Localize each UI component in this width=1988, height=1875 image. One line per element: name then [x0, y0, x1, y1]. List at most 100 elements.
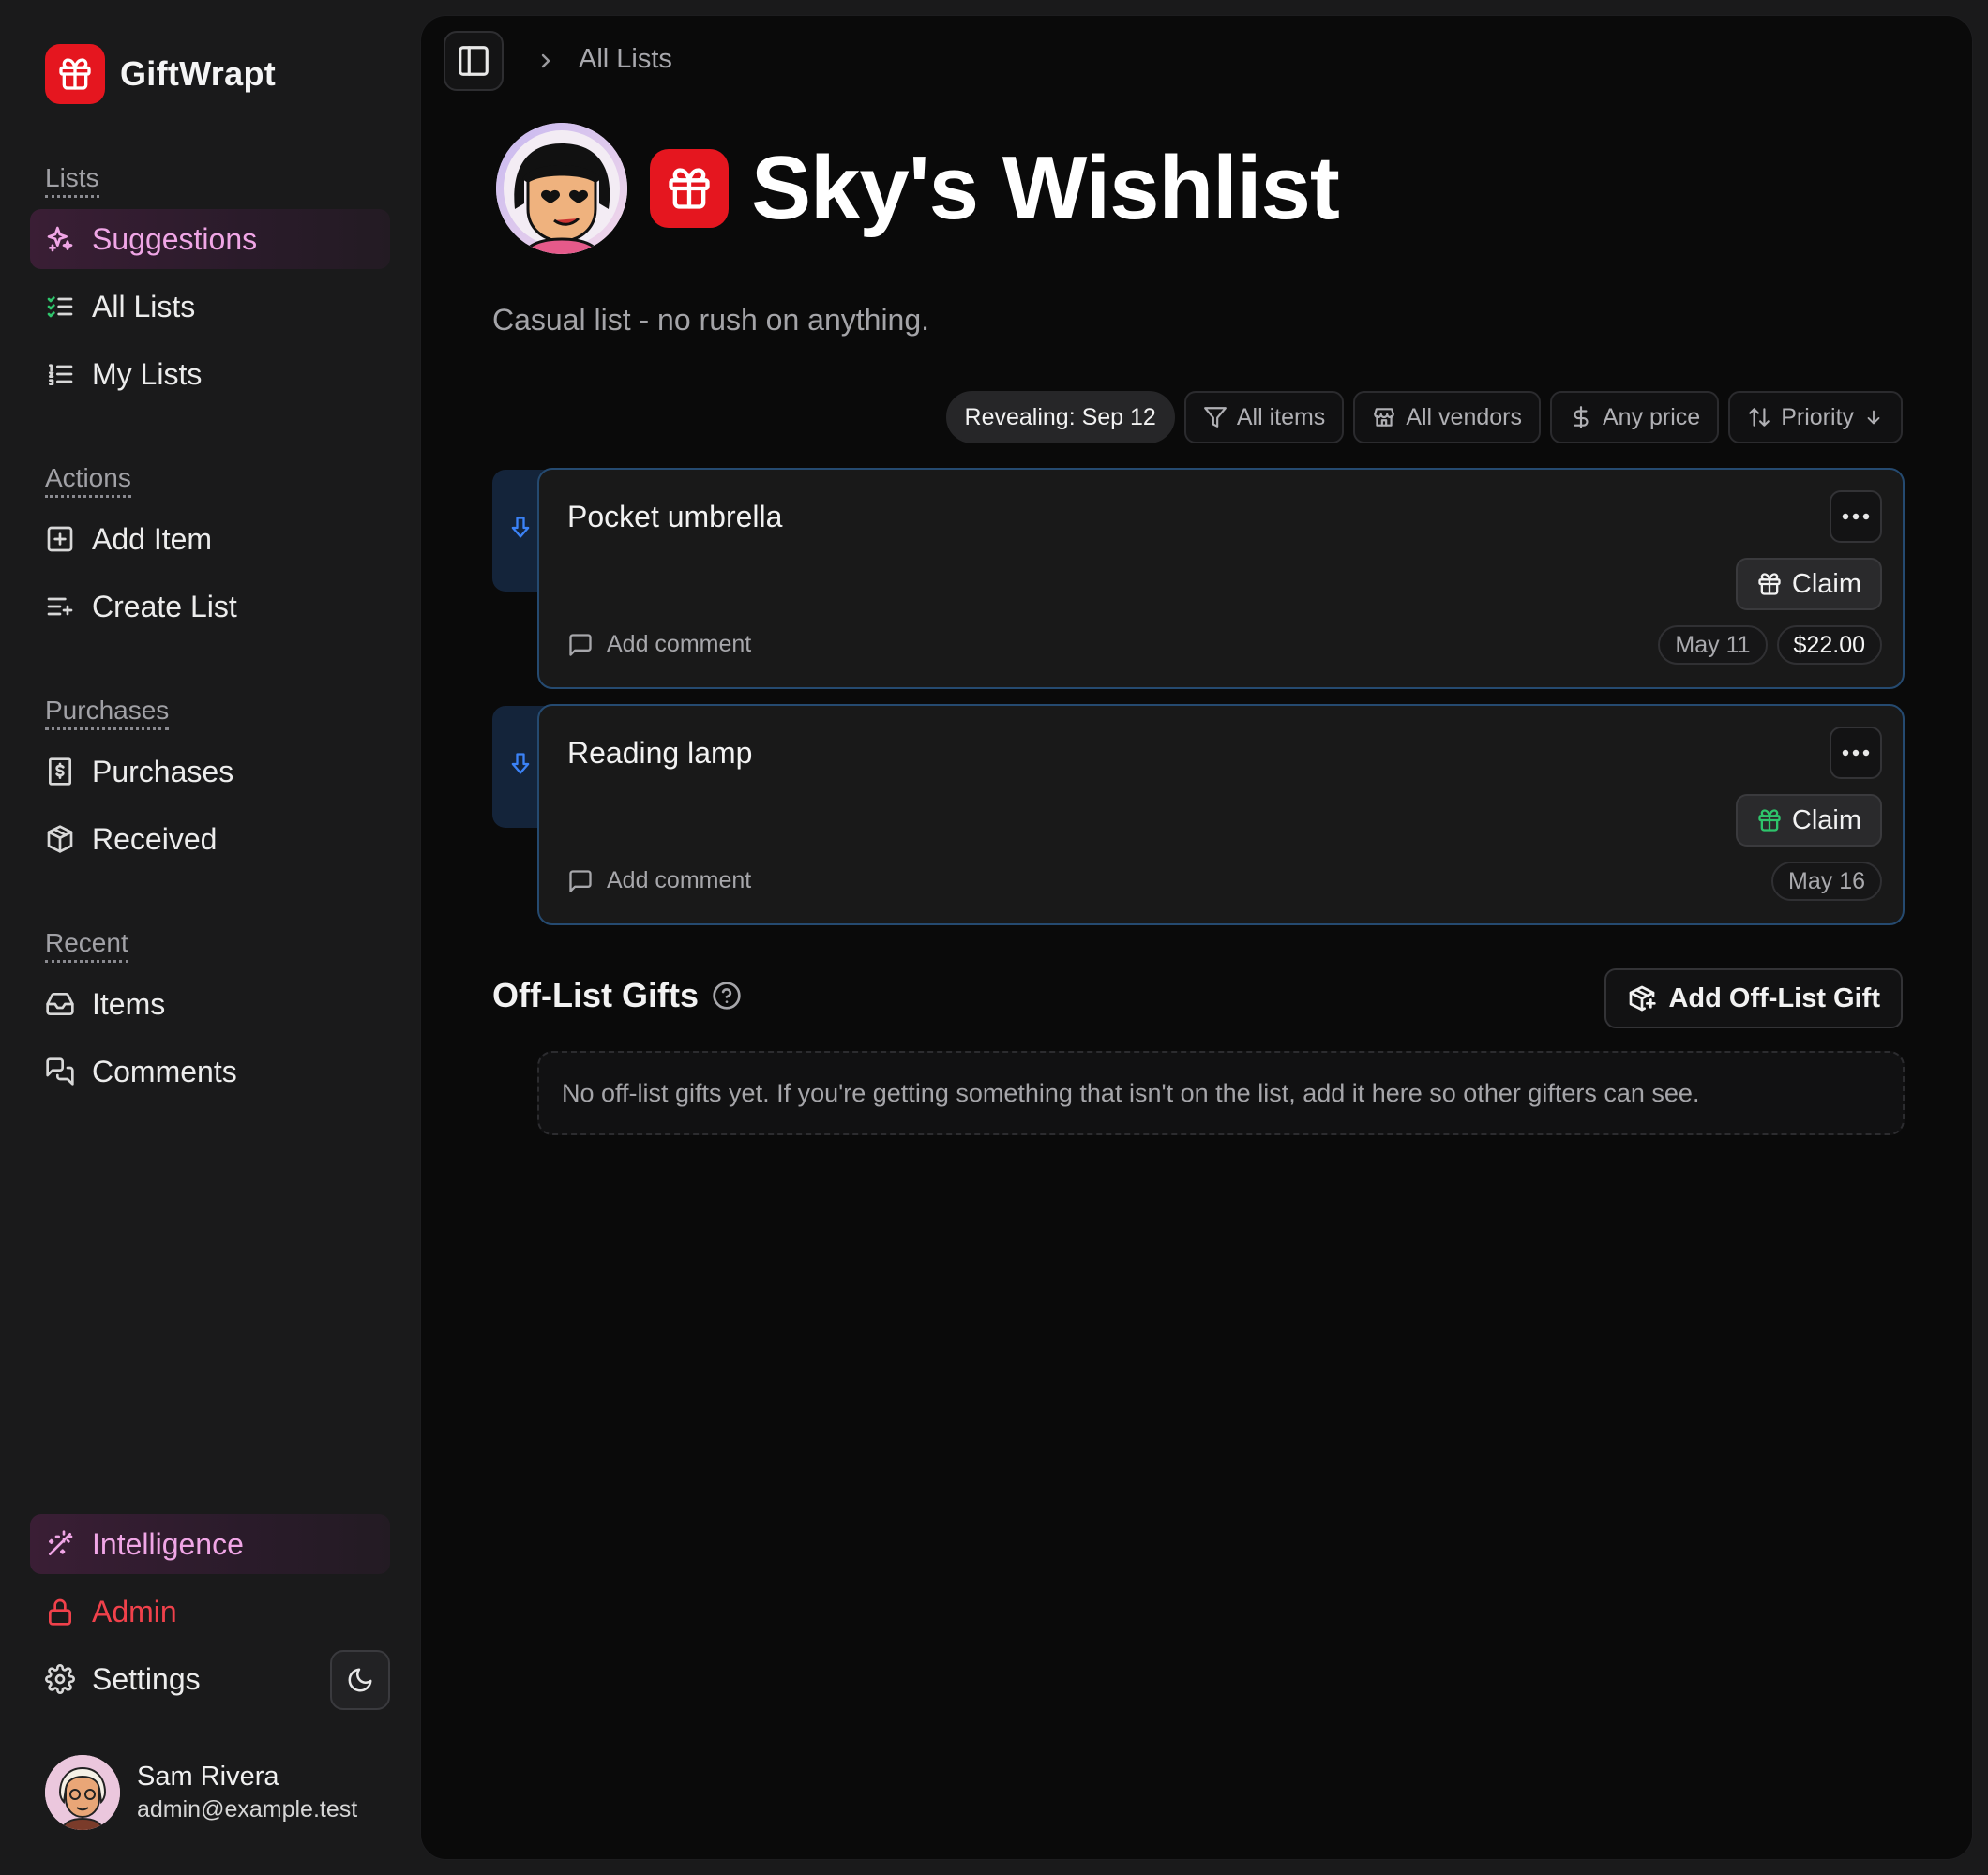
add-comment-button[interactable]: Add comment: [567, 867, 751, 894]
messages-icon: [46, 1058, 74, 1086]
sidebar-item-my-lists[interactable]: My Lists: [30, 344, 390, 404]
sidebar-item-create-list[interactable]: Create List: [30, 577, 390, 637]
section-label-purchases: Purchases: [45, 696, 170, 731]
section-label-lists: Lists: [45, 163, 99, 199]
sidebar-item-label: Admin: [92, 1594, 177, 1628]
sidebar-item-suggestions[interactable]: Suggestions: [30, 209, 390, 269]
lock-icon: [49, 1598, 71, 1626]
more-options-button[interactable]: [1830, 490, 1882, 543]
sidebar-item-label: Items: [92, 986, 166, 1021]
main-panel: All Lists Sky's Wishlist Casual list - n…: [420, 15, 1973, 1860]
store-icon: [1374, 408, 1395, 427]
app-name: GiftWrapt: [120, 54, 277, 93]
offlist-heading: Off-List Gifts: [492, 976, 742, 1015]
filter-bar: Revealing: Sep 12 All items All vendors …: [945, 391, 1903, 443]
more-options-button[interactable]: [1830, 727, 1882, 779]
reveal-date-badge[interactable]: Revealing: Sep 12: [945, 391, 1175, 443]
list-checks-icon: [47, 296, 73, 318]
offlist-title: Off-List Gifts: [492, 976, 699, 1014]
claim-label: Claim: [1791, 804, 1861, 835]
comment-icon: [569, 869, 592, 892]
item-title[interactable]: Reading lamp: [567, 736, 752, 771]
price-filter-label: Any price: [1602, 403, 1701, 430]
sidebar-item-add-item[interactable]: Add Item: [30, 509, 390, 569]
item-date: May 16: [1771, 862, 1882, 901]
sidebar-item-settings[interactable]: Settings: [30, 1649, 311, 1709]
user-profile[interactable]: Sam Rivera admin@example.test: [45, 1755, 357, 1830]
claim-label: Claim: [1791, 568, 1861, 599]
sidebar-item-label: All Lists: [92, 289, 196, 323]
list-description: Casual list - no rush on anything.: [492, 303, 930, 337]
items-filter-label: All items: [1236, 403, 1326, 430]
add-comment-button[interactable]: Add comment: [567, 631, 751, 658]
items-filter-button[interactable]: All items: [1183, 391, 1345, 443]
ellipsis-icon: [1842, 749, 1870, 757]
user-name: Sam Rivera: [137, 1762, 279, 1792]
avatar: [496, 123, 627, 254]
add-offlist-gift-label: Add Off-List Gift: [1668, 982, 1880, 1013]
claim-button[interactable]: Claim: [1735, 558, 1882, 610]
add-comment-label: Add comment: [607, 867, 752, 893]
sidebar-item-all-lists[interactable]: All Lists: [30, 277, 390, 337]
sidebar-item-received[interactable]: Received: [30, 809, 390, 869]
gift-icon: [1758, 809, 1781, 832]
page-title: Sky's Wishlist: [751, 138, 1340, 238]
list-header: Sky's Wishlist: [496, 123, 1340, 254]
chevron-right-icon: [541, 53, 550, 68]
gift-icon: [650, 149, 729, 228]
sort-label: Priority: [1781, 403, 1854, 430]
sidebar-item-items[interactable]: Items: [30, 974, 390, 1034]
dollar-icon: [1574, 406, 1589, 428]
sidebar-item-admin[interactable]: Admin: [30, 1582, 390, 1642]
item-title[interactable]: Pocket umbrella: [567, 500, 782, 534]
sidebar-item-purchases[interactable]: Purchases: [30, 742, 390, 802]
arrow-down-icon: [511, 517, 530, 538]
theme-toggle-button[interactable]: [330, 1650, 390, 1710]
sidebar-item-comments[interactable]: Comments: [30, 1042, 390, 1102]
sort-button[interactable]: Priority: [1728, 391, 1903, 443]
item-price: $22.00: [1776, 625, 1882, 665]
sidebar-item-label: Create List: [92, 589, 237, 623]
sidebar: GiftWrapt Lists Suggestions All Lists My…: [0, 0, 420, 1875]
sidebar-item-label: Intelligence: [92, 1526, 244, 1561]
vendors-filter-button[interactable]: All vendors: [1353, 391, 1541, 443]
package-plus-icon: [1630, 985, 1657, 1012]
item-meta: May 11 $22.00: [1658, 625, 1882, 665]
list-ordered-icon: [49, 364, 73, 385]
item-date: May 11: [1658, 625, 1768, 665]
claim-button[interactable]: Claim: [1735, 794, 1882, 847]
receipt-icon: [49, 758, 71, 786]
help-circle-icon[interactable]: [712, 981, 742, 1011]
moon-icon: [348, 1668, 372, 1692]
sort-arrows-icon: [1749, 408, 1770, 427]
sparkles-icon: [47, 226, 73, 252]
ellipsis-icon: [1842, 513, 1870, 520]
section-label-recent: Recent: [45, 928, 128, 964]
brand[interactable]: GiftWrapt: [45, 44, 276, 104]
avatar: [45, 1755, 120, 1830]
square-plus-icon: [47, 526, 73, 552]
item-meta: May 16: [1771, 862, 1882, 901]
list-plus-icon: [47, 597, 73, 616]
package-icon: [47, 825, 73, 853]
list-item: Reading lamp Claim Add comment May 16: [492, 704, 1905, 927]
sidebar-item-label: Suggestions: [92, 221, 258, 256]
panel-left-icon: [459, 46, 489, 76]
inbox-icon: [46, 993, 74, 1015]
comment-icon: [569, 633, 592, 656]
add-comment-label: Add comment: [607, 631, 752, 657]
sidebar-item-label: Received: [92, 821, 218, 856]
sidebar-item-label: My Lists: [92, 356, 203, 391]
item-card[interactable]: Pocket umbrella Claim Add comment May 11…: [537, 468, 1905, 689]
sidebar-item-label: Settings: [92, 1661, 201, 1696]
breadcrumb[interactable]: All Lists: [579, 44, 672, 75]
sidebar-toggle-button[interactable]: [444, 31, 504, 91]
sidebar-item-intelligence[interactable]: Intelligence: [30, 1514, 390, 1574]
add-offlist-gift-button[interactable]: Add Off-List Gift: [1604, 968, 1903, 1028]
gift-icon: [1758, 573, 1781, 595]
gear-icon: [45, 1664, 75, 1694]
item-card[interactable]: Reading lamp Claim Add comment May 16: [537, 704, 1905, 925]
filter-icon: [1203, 407, 1227, 428]
price-filter-button[interactable]: Any price: [1549, 391, 1720, 443]
sidebar-item-label: Add Item: [92, 521, 213, 556]
